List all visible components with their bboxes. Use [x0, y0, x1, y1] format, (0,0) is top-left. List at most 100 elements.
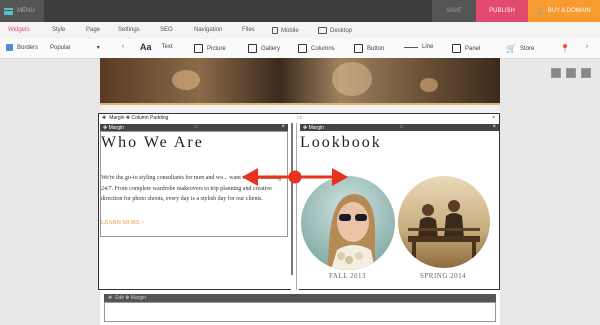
- menu-button[interactable]: MENU: [0, 0, 44, 22]
- spacer: [100, 105, 500, 113]
- gallery-icon: [248, 44, 257, 53]
- text-icon: Aa: [140, 42, 152, 52]
- next-section-box[interactable]: [104, 302, 496, 322]
- tab-label: Mobile: [281, 27, 299, 34]
- tab-label: Settings: [118, 27, 140, 33]
- hero-bokeh: [332, 62, 372, 96]
- gallery-label: Gallery: [261, 45, 281, 52]
- mobile-icon: [272, 27, 278, 34]
- tab-files[interactable]: Files: [242, 27, 255, 33]
- drag-handle[interactable]: ::::: [400, 124, 404, 130]
- panel-icon: [452, 44, 461, 53]
- button-icon: [354, 44, 363, 53]
- right-bar-label: Margin: [308, 124, 324, 131]
- button-widget[interactable]: Button: [354, 44, 384, 53]
- redo-icon[interactable]: [566, 68, 576, 78]
- tab-mobile[interactable]: Mobile: [272, 27, 299, 34]
- left-column-bar[interactable]: ✥ Margin :::: ×: [100, 124, 288, 131]
- tab-page[interactable]: Page: [86, 27, 100, 33]
- top-bar: MENU SAVE PUBLISH 🛒 BUY A DOMAIN: [0, 0, 600, 22]
- section-header-label: Margin ✥ Column Padding: [109, 115, 169, 121]
- tab-style[interactable]: Style: [52, 27, 65, 33]
- button-label: Button: [367, 45, 385, 52]
- store-label: Store: [519, 45, 535, 52]
- tab-label: Widgets: [8, 27, 30, 33]
- checkbox-icon: [6, 44, 13, 51]
- cart-icon: 🛒: [537, 8, 545, 15]
- history-icon[interactable]: [581, 68, 591, 78]
- cart-icon: 🛒: [506, 44, 516, 53]
- section-header[interactable]: ✥ Margin ✥ Column Padding :::: ×: [99, 114, 499, 122]
- borders-toggle[interactable]: Borders: [6, 44, 38, 51]
- learn-more-link[interactable]: LEARN MORE >: [101, 220, 145, 226]
- hero-image[interactable]: [100, 58, 500, 103]
- who-we-are-heading[interactable]: Who We Are: [101, 134, 204, 152]
- column-resize-arrow[interactable]: [240, 162, 350, 192]
- picture-label: Picture: [207, 45, 226, 52]
- tab-desktop[interactable]: Desktop: [318, 27, 352, 34]
- drag-handle[interactable]: ::::: [297, 115, 303, 121]
- tab-settings[interactable]: Settings: [118, 27, 140, 33]
- hamburger-icon: [4, 7, 13, 15]
- store-widget[interactable]: 🛒 Store: [506, 44, 534, 53]
- spring-photo-art: [398, 176, 490, 268]
- tab-widgets[interactable]: Widgets: [8, 27, 30, 33]
- undo-icon[interactable]: [551, 68, 561, 78]
- drag-handle[interactable]: ::::: [194, 124, 198, 130]
- popular-dropdown[interactable]: Popular ▾: [50, 44, 100, 52]
- next-section-label: Edit ✥ Margin: [115, 295, 147, 301]
- columns-label: Columns: [311, 45, 335, 52]
- lookbook-heading[interactable]: Lookbook: [300, 134, 382, 152]
- next-section-bar[interactable]: ✥ Edit ✥ Margin: [104, 294, 496, 302]
- save-button[interactable]: SAVE: [432, 0, 476, 22]
- popular-label: Popular: [50, 44, 71, 51]
- buy-domain-button[interactable]: 🛒 BUY A DOMAIN: [528, 0, 600, 22]
- line-widget[interactable]: Line: [404, 44, 433, 50]
- move-icon: ✥: [108, 295, 113, 301]
- fall-2013-caption: FALL 2013: [329, 272, 366, 280]
- panel-label: Panel: [465, 45, 481, 52]
- line-icon: [404, 46, 418, 48]
- chevron-right-icon: ›: [586, 44, 588, 50]
- columns-icon: [298, 44, 307, 53]
- tab-label: Page: [86, 27, 101, 33]
- close-icon[interactable]: ×: [281, 124, 285, 131]
- editor-tabs: Widgets Style Page Settings SEO Navigati…: [0, 22, 600, 40]
- right-column-bar[interactable]: ✥ Margin :::: ×: [300, 124, 499, 131]
- tab-label: Navigation: [194, 27, 223, 33]
- columns-widget[interactable]: Columns: [298, 44, 335, 53]
- divider-line: [296, 123, 297, 290]
- picture-widget[interactable]: Picture: [194, 44, 226, 53]
- tab-label: Files: [242, 27, 255, 33]
- panel-widget[interactable]: Panel: [452, 44, 480, 53]
- tab-navigation[interactable]: Navigation: [194, 27, 222, 33]
- text-widget[interactable]: Aa Text: [140, 42, 173, 52]
- column-divider[interactable]: [291, 123, 299, 290]
- tab-label: SEO: [160, 27, 173, 33]
- tab-label: Style: [52, 27, 66, 33]
- spring-2014-photo[interactable]: [398, 176, 490, 268]
- buy-domain-label: BUY A DOMAIN: [547, 8, 591, 14]
- left-bar-label: Margin: [108, 124, 124, 131]
- close-icon[interactable]: ×: [492, 115, 495, 121]
- picture-icon: [194, 44, 203, 53]
- hero-bokeh: [172, 70, 200, 90]
- line-label: Line: [422, 44, 434, 50]
- chevron-left-icon: ‹: [122, 44, 124, 50]
- scroll-left-button[interactable]: ‹: [122, 44, 124, 50]
- menu-label: MENU: [17, 8, 35, 14]
- tab-seo[interactable]: SEO: [160, 27, 173, 33]
- move-icon: ✥: [102, 115, 107, 121]
- map-widget[interactable]: 📍: [560, 44, 570, 53]
- scroll-right-button[interactable]: ›: [586, 44, 588, 50]
- divider-line: [291, 123, 293, 275]
- close-icon[interactable]: ×: [492, 124, 496, 131]
- borders-label: Borders: [17, 44, 39, 51]
- map-pin-icon: 📍: [560, 44, 570, 53]
- spring-2014-caption: SPRING 2014: [420, 272, 467, 280]
- publish-button[interactable]: PUBLISH: [476, 0, 528, 22]
- gallery-widget[interactable]: Gallery: [248, 44, 280, 53]
- chevron-down-icon: ▾: [96, 45, 100, 51]
- hero-bokeh: [420, 78, 438, 92]
- double-arrow-icon: [242, 168, 348, 186]
